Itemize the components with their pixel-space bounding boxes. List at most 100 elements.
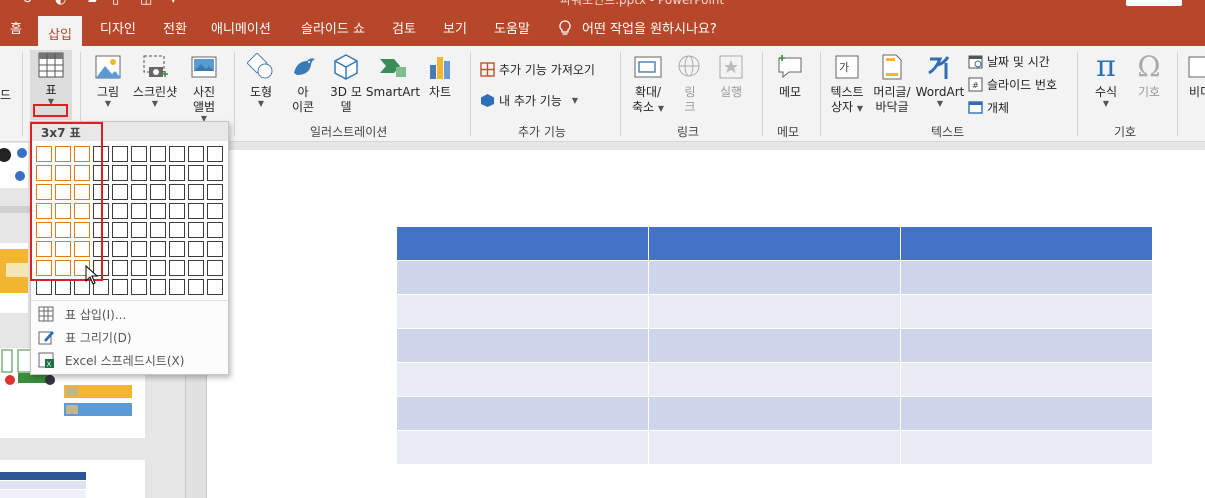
table-cell[interactable] [396, 294, 649, 329]
3d-models-button[interactable]: 3D 모 델 [327, 52, 365, 115]
tab-animations[interactable]: 애니메이션 [211, 18, 271, 37]
table-grid-cell[interactable] [131, 184, 147, 200]
table-grid-cell[interactable] [188, 222, 204, 238]
action-button[interactable]: 실행 [713, 52, 749, 100]
wordart-button[interactable]: WordArt ▼ [915, 52, 965, 108]
table-grid-cell[interactable] [112, 260, 128, 276]
my-addins-button[interactable]: 내 추가 기능 ▼ [480, 92, 578, 109]
new-file-icon[interactable]: ▯ [112, 0, 119, 7]
table-grid-cell[interactable] [131, 203, 147, 219]
tab-view[interactable]: 보기 [443, 18, 467, 37]
symbol-button[interactable]: Ω 기호 [1130, 52, 1168, 100]
table-grid-cell[interactable] [112, 146, 128, 162]
table-grid-cell[interactable] [150, 279, 166, 295]
table-grid-cell[interactable] [188, 241, 204, 257]
tab-design[interactable]: 디자인 [100, 18, 136, 37]
table-cell[interactable] [396, 226, 649, 261]
table-grid-cell[interactable] [150, 184, 166, 200]
table-grid-cell[interactable] [150, 203, 166, 219]
table-grid-cell[interactable] [112, 279, 128, 295]
comment-button[interactable]: 메모 [770, 52, 810, 100]
draw-table-menu-item[interactable]: 표 그리기(D) [31, 326, 228, 348]
table-grid-cell[interactable] [112, 203, 128, 219]
table-grid-cell[interactable] [112, 241, 128, 257]
table-grid-cell[interactable] [169, 222, 185, 238]
tab-home[interactable]: 홈 [10, 18, 22, 37]
tell-me-search[interactable]: 어떤 작업을 원하시나요? [558, 18, 717, 37]
table-grid-cell[interactable] [131, 146, 147, 162]
table-grid-cell[interactable] [55, 279, 71, 295]
tab-help[interactable]: 도움말 [494, 18, 530, 37]
table-grid-cell[interactable] [150, 241, 166, 257]
table-grid-cell[interactable] [169, 203, 185, 219]
table-grid-cell[interactable] [169, 279, 185, 295]
table-grid-cell[interactable] [150, 146, 166, 162]
slides-button-partial[interactable]: 드 [0, 86, 11, 103]
equation-button[interactable]: π 수식 ▼ [1086, 52, 1126, 108]
table-cell[interactable] [648, 362, 901, 397]
insert-table-menu-item[interactable]: 표 삽입(I)... [31, 303, 228, 325]
table-grid-cell[interactable] [207, 146, 223, 162]
table-cell[interactable] [900, 260, 1153, 295]
table-grid-cell[interactable] [36, 279, 52, 295]
tab-transitions[interactable]: 전환 [163, 18, 187, 37]
table-grid-cell[interactable] [131, 279, 147, 295]
table-grid-cell[interactable] [131, 222, 147, 238]
link-button[interactable]: 링 크 [674, 52, 706, 115]
table-grid-cell[interactable] [131, 165, 147, 181]
video-button-partial[interactable]: 비디 [1185, 52, 1205, 100]
table-cell[interactable] [900, 430, 1153, 465]
table-grid-cell[interactable] [150, 260, 166, 276]
table-grid-cell[interactable] [150, 165, 166, 181]
table-grid-cell[interactable] [188, 279, 204, 295]
shapes-button[interactable]: 도형 ▼ [243, 52, 279, 108]
table-cell[interactable] [900, 328, 1153, 363]
picture-button[interactable]: 그림 ▼ [90, 52, 126, 108]
table-grid-cell[interactable] [207, 203, 223, 219]
table-cell[interactable] [396, 362, 649, 397]
redo-icon[interactable]: ↻ [22, 0, 33, 7]
touch-mode-icon[interactable]: ◐ [55, 0, 66, 7]
open-icon[interactable]: ▰ [88, 0, 98, 7]
table-grid-cell[interactable] [188, 260, 204, 276]
table-grid-cell[interactable] [112, 184, 128, 200]
table-cell[interactable] [648, 226, 901, 261]
table-grid-cell[interactable] [188, 184, 204, 200]
header-footer-button[interactable]: 머리글/ 바닥글 [870, 52, 914, 115]
table-grid-cell[interactable] [150, 222, 166, 238]
excel-spreadsheet-menu-item[interactable]: X Excel 스프레드시트(X) [31, 349, 228, 371]
table-grid-cell[interactable] [188, 146, 204, 162]
table-cell[interactable] [396, 396, 649, 431]
table-grid-cell[interactable] [131, 241, 147, 257]
thumbnail-slide-4[interactable] [0, 460, 145, 498]
table-cell[interactable] [396, 430, 649, 465]
current-slide[interactable] [207, 150, 1205, 498]
table-grid-cell[interactable] [207, 222, 223, 238]
photo-album-button[interactable]: 사진 앨범 ▼ [185, 52, 223, 123]
chart-button[interactable]: 차트 [423, 52, 457, 100]
table-preview[interactable] [396, 226, 1153, 465]
icons-button[interactable]: 아 이콘 [285, 52, 321, 115]
table-grid-cell[interactable] [112, 222, 128, 238]
table-cell[interactable] [648, 260, 901, 295]
thumbnail-partial-2[interactable] [0, 243, 28, 313]
table-grid-cell[interactable] [207, 260, 223, 276]
screenshot-button[interactable]: 스크린샷 ▼ [130, 52, 180, 108]
table-grid-cell[interactable] [207, 165, 223, 181]
table-grid-cell[interactable] [169, 184, 185, 200]
datetime-button[interactable]: 날짜 및 시간 [968, 53, 1050, 70]
table-cell[interactable] [648, 294, 901, 329]
table-cell[interactable] [648, 396, 901, 431]
get-addins-button[interactable]: 추가 기능 가져오기 [480, 61, 595, 78]
table-cell[interactable] [648, 328, 901, 363]
table-grid-cell[interactable] [131, 260, 147, 276]
table-cell[interactable] [900, 294, 1153, 329]
table-grid-cell[interactable] [207, 184, 223, 200]
table-grid-cell[interactable] [169, 241, 185, 257]
tab-slideshow[interactable]: 슬라이드 쇼 [301, 18, 365, 37]
slide-number-button[interactable]: # 슬라이드 번호 [968, 76, 1057, 93]
table-cell[interactable] [396, 328, 649, 363]
zoom-button[interactable]: 확대/ 축소 ▼ [628, 52, 668, 115]
tab-insert[interactable]: 삽입 [38, 16, 82, 46]
table-grid-cell[interactable] [207, 241, 223, 257]
